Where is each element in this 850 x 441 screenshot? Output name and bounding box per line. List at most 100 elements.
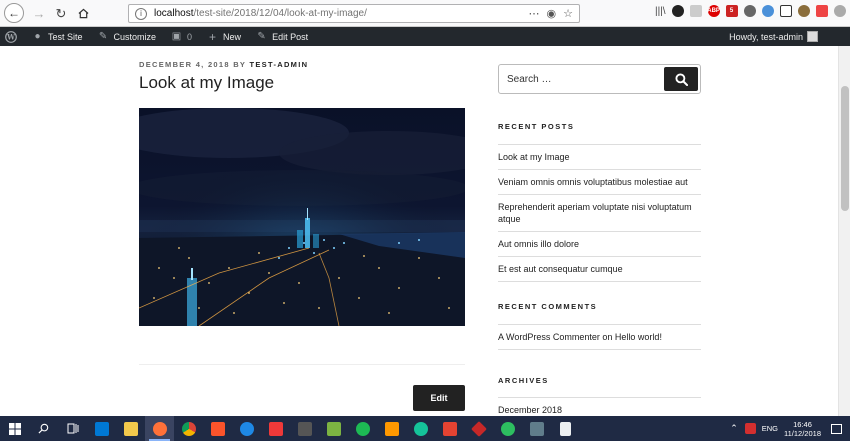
edit-post-label: Edit Post — [272, 31, 309, 42]
clock[interactable]: 16:46 11/12/2018 — [784, 420, 821, 438]
search-placeholder: Search … — [507, 73, 552, 85]
chrome-icon — [181, 421, 196, 436]
grammarly-taskbar-button[interactable] — [406, 416, 435, 441]
site-name-link[interactable]: ● Test Site — [32, 31, 83, 42]
key-app-icon — [529, 421, 544, 436]
explorer-taskbar-button[interactable] — [116, 416, 145, 441]
search-taskbar-button[interactable] — [29, 416, 58, 441]
firefox-icon — [152, 421, 167, 436]
pencil-icon: ✎ — [257, 31, 266, 42]
search-button[interactable] — [664, 67, 698, 91]
svg-text:W: W — [6, 32, 15, 41]
notification-icon[interactable] — [831, 423, 842, 434]
reload-button[interactable]: ↻ — [52, 4, 70, 22]
post-date[interactable]: December 4, 2018 — [139, 60, 230, 69]
archive-item[interactable]: December 2018 — [498, 397, 701, 416]
tray-app-icon[interactable] — [744, 423, 756, 434]
chevron-up-icon[interactable]: ⌃ — [730, 423, 738, 434]
leaf-icon — [470, 420, 487, 437]
document-icon — [560, 421, 571, 436]
recent-post-item[interactable]: Reprehenderit aperiam voluptate nisi vol… — [498, 194, 701, 231]
edit-button[interactable]: Edit — [413, 385, 465, 411]
recent-posts-title: Recent Posts — [498, 122, 575, 131]
leaf-app-taskbar-button[interactable] — [464, 416, 493, 441]
clock-time: 16:46 — [793, 419, 812, 429]
wp-logo-menu[interactable]: W — [5, 30, 17, 43]
page-actions-icon[interactable]: ⋯ — [529, 7, 540, 20]
forward-button[interactable]: → — [30, 4, 48, 22]
pocket-icon[interactable]: ◉ — [547, 7, 557, 20]
edge-icon — [239, 421, 254, 436]
new-content-link[interactable]: + New — [207, 30, 241, 44]
spotify-taskbar-button[interactable] — [348, 416, 377, 441]
page-scrollbar[interactable] — [838, 46, 850, 416]
document-taskbar-button[interactable] — [551, 416, 580, 441]
scrollbar-thumb[interactable] — [841, 86, 849, 211]
comment-post-link[interactable]: Hello world! — [615, 332, 662, 342]
recent-comments-title: Recent Comments — [498, 302, 598, 311]
edit-post-link[interactable]: ✎ Edit Post — [256, 31, 308, 42]
post-title: Look at my Image — [139, 73, 275, 92]
vscode-taskbar-button[interactable] — [87, 416, 116, 441]
red-extension-icon[interactable] — [815, 5, 828, 17]
back-button[interactable]: ← — [4, 3, 24, 23]
sublime-taskbar-button[interactable] — [377, 416, 406, 441]
brown-extension-icon[interactable] — [797, 5, 810, 17]
blue-circle-extension-icon[interactable] — [761, 5, 774, 17]
arrow-left-icon: ← — [8, 6, 20, 20]
edge-taskbar-button[interactable] — [232, 416, 261, 441]
recent-post-item[interactable]: Et est aut consequatur cumque — [498, 256, 701, 282]
adblock-icon[interactable]: ABP — [707, 5, 720, 17]
arrow-right-icon: → — [32, 5, 46, 21]
reload-icon: ↻ — [55, 5, 67, 21]
comments-link[interactable]: ▣ 0 — [171, 31, 192, 42]
recent-post-item[interactable]: Aut omnis illo dolore — [498, 231, 701, 256]
brave-taskbar-button[interactable] — [203, 416, 232, 441]
bookmark-star-icon[interactable]: ☆ — [563, 7, 573, 20]
red-badge-extension-icon[interactable]: 5 — [725, 5, 738, 17]
comment-on-label: on — [602, 332, 613, 342]
search-input[interactable]: Search … — [498, 64, 701, 94]
library-icon[interactable]: |||\ — [655, 6, 666, 17]
firefox-taskbar-button[interactable] — [145, 416, 174, 441]
grey-circle-extension-icon[interactable] — [743, 5, 756, 17]
dashboard-icon: ● — [34, 31, 41, 42]
evernote-icon — [500, 421, 515, 436]
page-content: December 4, 2018 by test-admin Look at m… — [0, 46, 838, 416]
language-indicator[interactable]: ENG — [762, 424, 778, 433]
task-view-button[interactable] — [58, 416, 87, 441]
customize-link[interactable]: ✎ Customize — [98, 31, 156, 42]
evernote-taskbar-button[interactable] — [493, 416, 522, 441]
todoist-taskbar-button[interactable] — [435, 416, 464, 441]
chrome-taskbar-button[interactable] — [174, 416, 203, 441]
calculator-taskbar-button[interactable] — [290, 416, 319, 441]
grammarly-icon — [413, 421, 428, 436]
todoist-icon — [442, 421, 457, 436]
square-extension-icon[interactable] — [779, 5, 792, 17]
info-icon[interactable]: i — [135, 7, 147, 20]
spotify-icon — [355, 421, 370, 436]
grey-extension-2-icon[interactable] — [833, 5, 846, 17]
brush-icon: ✎ — [98, 31, 108, 42]
notepad-taskbar-button[interactable] — [319, 416, 348, 441]
vivaldi-taskbar-button[interactable] — [261, 416, 290, 441]
dark-extension-icon[interactable] — [671, 5, 684, 17]
wordpress-logo-icon: W — [5, 30, 17, 43]
grey-extension-icon[interactable] — [689, 5, 702, 17]
recent-post-item[interactable]: Look at my Image — [498, 144, 701, 169]
start-button[interactable] — [0, 416, 29, 441]
address-bar[interactable]: i localhost/test-site/2018/12/04/look-at… — [128, 4, 580, 23]
folder-icon — [123, 421, 138, 436]
brave-icon — [210, 421, 225, 436]
site-name-label: Test Site — [48, 31, 83, 42]
post-author[interactable]: test-admin — [250, 60, 309, 69]
comment-author-link[interactable]: A WordPress Commenter — [498, 332, 600, 342]
home-button[interactable] — [74, 4, 92, 22]
kleopatra-taskbar-button[interactable] — [522, 416, 551, 441]
vivaldi-icon — [268, 421, 283, 436]
recent-post-item[interactable]: Veniam omnis omnis voluptatibus molestia… — [498, 169, 701, 194]
url-host: localhost — [154, 8, 194, 19]
home-icon — [78, 8, 88, 18]
city-night-image — [139, 108, 465, 326]
my-account-menu[interactable]: Howdy, test-admin — [729, 27, 818, 46]
